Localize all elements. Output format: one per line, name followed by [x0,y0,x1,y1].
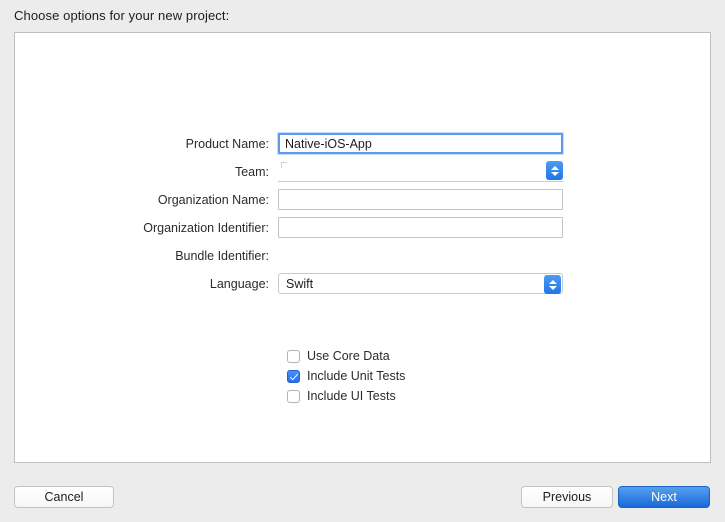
next-button[interactable]: Next [618,486,710,508]
page-title: Choose options for your new project: [14,8,230,23]
language-label: Language: [209,276,269,291]
organization-name-label: Organization Name: [157,192,269,207]
form-row-language: Language: Swift [15,273,710,294]
product-name-control [278,133,563,154]
organization-name-control [278,189,563,210]
language-popup-button[interactable]: Swift [278,273,563,294]
organization-identifier-label: Organization Identifier: [143,220,269,235]
form-row-product-name: Product Name: [15,133,710,154]
chevron-updown-icon[interactable] [544,275,561,294]
form-row-bundle-identifier: Bundle Identifier: [15,245,710,266]
project-options-form: Product Name: Team: Organizatio [15,133,710,301]
chevron-updown-icon[interactable] [546,161,563,180]
options-checkbox-group: Use Core Data Include Unit Tests Include… [287,346,405,406]
form-row-organization-identifier: Organization Identifier: [15,217,710,238]
bundle-identifier-control [278,245,563,266]
organization-name-input[interactable] [278,189,563,210]
language-popup-value: Swift [286,276,314,291]
product-name-input[interactable] [278,133,563,154]
team-popup-button[interactable] [278,161,563,182]
use-core-data-checkbox[interactable] [287,349,300,363]
form-row-organization-name: Organization Name: [15,189,710,210]
organization-identifier-input[interactable] [278,217,563,238]
include-ui-tests-label: Include UI Tests [307,389,396,403]
team-control [278,161,563,182]
checkbox-row-include-ui-tests[interactable]: Include UI Tests [287,386,405,406]
form-row-team: Team: [15,161,710,182]
checkbox-row-use-core-data[interactable]: Use Core Data [287,346,405,366]
bundle-identifier-label: Bundle Identifier: [175,248,269,263]
language-control: Swift [278,273,563,294]
previous-button[interactable]: Previous [521,486,613,508]
team-popup-corner-mark [281,162,287,168]
use-core-data-label: Use Core Data [307,349,390,363]
include-ui-tests-checkbox[interactable] [287,389,300,403]
include-unit-tests-checkbox[interactable] [287,369,300,383]
team-label: Team: [234,164,269,179]
cancel-button[interactable]: Cancel [14,486,114,508]
product-name-label: Product Name: [185,136,269,151]
organization-identifier-control [278,217,563,238]
dialog-footer: Cancel Previous Next [0,482,725,522]
include-unit-tests-label: Include Unit Tests [307,369,406,383]
options-panel: Product Name: Team: Organizatio [14,32,711,463]
checkbox-row-include-unit-tests[interactable]: Include Unit Tests [287,366,405,386]
